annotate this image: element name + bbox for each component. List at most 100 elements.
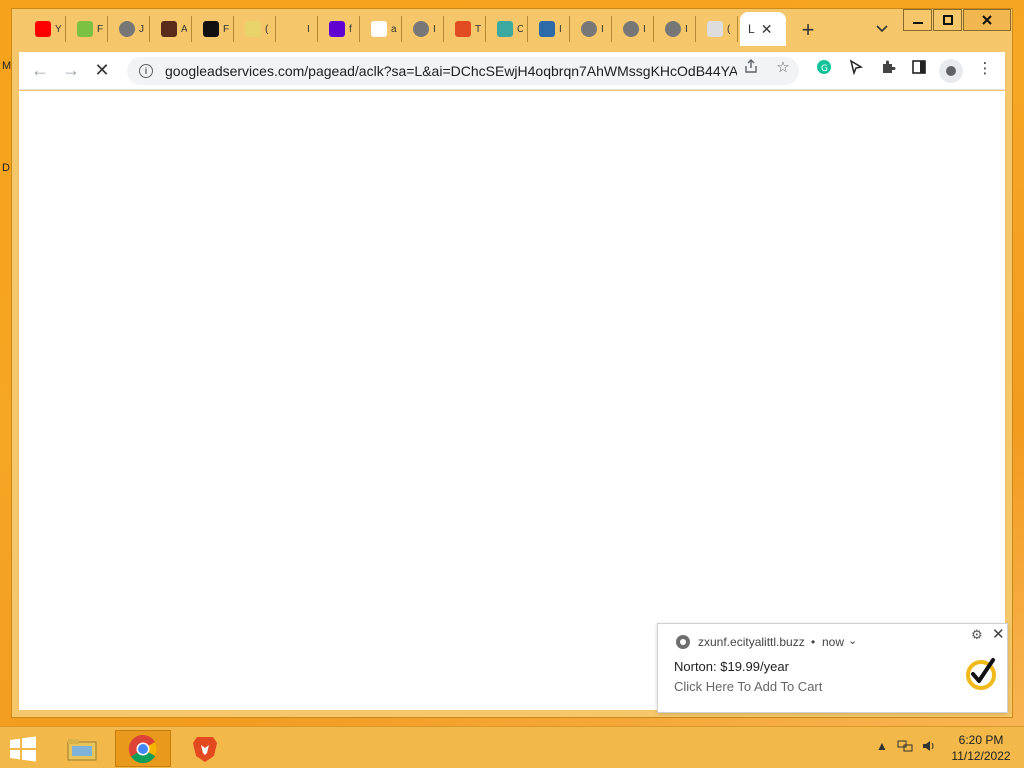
tab-item[interactable]: ( xyxy=(236,16,276,42)
extension-cursor-button[interactable] xyxy=(845,59,867,79)
tab-title: ( xyxy=(265,23,269,35)
notification-time: now xyxy=(822,635,845,649)
close-icon xyxy=(982,15,992,25)
tab-strip: L ✕ + Y F J A F (If a I T C I I I I ( xyxy=(12,12,912,46)
globe-icon xyxy=(119,21,135,37)
tab-title: I xyxy=(307,23,310,35)
clock-time: 6:20 PM xyxy=(958,733,1004,747)
green-circle-icon xyxy=(77,21,93,37)
black-star-icon xyxy=(203,21,219,37)
back-button[interactable]: ← xyxy=(30,60,50,81)
menu-button[interactable]: ⋮ xyxy=(974,59,996,77)
tab-title: J xyxy=(139,23,144,35)
desktop-glyph: M xyxy=(2,60,12,72)
m-icon xyxy=(245,21,261,37)
tab-item[interactable]: Y xyxy=(26,16,66,42)
person-icon xyxy=(946,66,956,76)
chrome-icon xyxy=(128,734,157,763)
notification-close-button[interactable]: ✕ xyxy=(992,625,1005,643)
maximize-icon xyxy=(942,15,953,25)
side-panel-button[interactable] xyxy=(908,59,930,79)
tab-item[interactable]: I xyxy=(278,16,318,42)
tab-title: I xyxy=(433,23,436,35)
notification-body[interactable]: Click Here To Add To Cart xyxy=(674,679,822,694)
tab-title: Y xyxy=(55,23,61,35)
tab-item[interactable]: J xyxy=(110,16,150,42)
taskbar-file-explorer[interactable] xyxy=(54,730,110,767)
address-url[interactable]: googleadservices.com/pagead/aclk?sa=L&ai… xyxy=(165,63,737,79)
taskbar-brave[interactable] xyxy=(177,730,233,767)
tab-title: L xyxy=(748,22,755,36)
tab-title: I xyxy=(643,23,646,35)
forward-button[interactable]: → xyxy=(61,60,81,81)
chevron-down-icon[interactable]: ⌄ xyxy=(848,634,857,647)
clock-date: 11/12/2022 xyxy=(951,749,1011,763)
tab-item[interactable]: ( xyxy=(698,16,738,42)
windows-logo-icon xyxy=(10,736,36,762)
tab-item[interactable]: C xyxy=(488,16,528,42)
separator-dot: • xyxy=(811,635,816,649)
profile-avatar[interactable] xyxy=(939,59,963,83)
new-tab-button[interactable]: + xyxy=(796,17,820,43)
tab-item[interactable]: I xyxy=(656,16,696,42)
window-controls xyxy=(902,9,1011,33)
tab-title: I xyxy=(601,23,604,35)
network-icon[interactable] xyxy=(897,739,913,756)
taskbar-chrome[interactable] xyxy=(115,730,171,767)
chevron-down-icon xyxy=(876,25,888,33)
start-button[interactable] xyxy=(8,736,38,762)
taskbar-clock[interactable]: 6:20 PM 11/12/2022 xyxy=(946,732,1016,764)
site-info-icon[interactable]: i xyxy=(139,64,153,78)
tab-item[interactable]: I xyxy=(404,16,444,42)
tab-search-button[interactable] xyxy=(876,22,888,36)
tab-item[interactable]: A xyxy=(152,16,192,42)
share-button[interactable] xyxy=(741,58,761,78)
extension-grammarly-button[interactable]: G xyxy=(813,59,835,79)
chrome-icon xyxy=(676,635,690,649)
tab-title: I xyxy=(685,23,688,35)
puzzle-icon xyxy=(883,60,896,73)
tab-item[interactable]: I xyxy=(572,16,612,42)
stop-loading-button[interactable]: ✕ xyxy=(92,60,112,81)
google-icon xyxy=(371,21,387,37)
fnaf-icon xyxy=(161,21,177,37)
show-hidden-icons-button[interactable]: ▲ xyxy=(876,739,888,753)
globe-icon xyxy=(581,21,597,37)
browser-toolbar: ← → ✕ i googleadservices.com/pagead/aclk… xyxy=(19,52,1005,90)
taskbar: ▲ 6:20 PM 11/12/2022 xyxy=(0,726,1024,768)
loading-icon xyxy=(707,21,723,37)
tab-title: f xyxy=(349,23,352,35)
tab-title: A xyxy=(181,23,187,35)
tab-item[interactable]: F xyxy=(68,16,108,42)
globe-icon xyxy=(665,21,681,37)
maximize-button[interactable] xyxy=(933,9,962,31)
tab-title: T xyxy=(475,23,481,35)
tab-item[interactable]: f xyxy=(320,16,360,42)
folder-icon xyxy=(67,738,97,760)
page-content xyxy=(19,91,1005,710)
tab-title: F xyxy=(223,23,229,35)
tab-item[interactable]: a xyxy=(362,16,402,42)
volume-icon[interactable] xyxy=(921,739,937,756)
norton-check-icon xyxy=(966,658,996,690)
notification-title: Norton: $19.99/year xyxy=(674,659,789,674)
tab-title: F xyxy=(97,23,103,35)
close-window-button[interactable] xyxy=(963,9,1011,31)
gear-icon[interactable]: ⚙ xyxy=(971,627,983,643)
globe-icon xyxy=(623,21,639,37)
tab-item[interactable]: I xyxy=(614,16,654,42)
grammarly-icon: G xyxy=(817,60,831,74)
youtube-icon xyxy=(35,21,51,37)
tab-item[interactable]: T xyxy=(446,16,486,42)
extensions-button[interactable] xyxy=(877,59,899,79)
desktop-glyph: D xyxy=(2,162,10,174)
minimize-icon xyxy=(912,22,923,24)
tab-active[interactable]: L ✕ xyxy=(740,12,786,46)
address-bar[interactable]: i googleadservices.com/pagead/aclk?sa=L&… xyxy=(127,57,799,85)
tab-item[interactable]: I xyxy=(530,16,570,42)
bookmark-button[interactable]: ☆ xyxy=(773,58,793,76)
tab-item[interactable]: F xyxy=(194,16,234,42)
speaker-icon xyxy=(923,741,934,751)
tab-close-icon[interactable]: ✕ xyxy=(761,21,773,38)
push-notification[interactable]: zxunf.ecityalittl.buzz • now ⌄ ⚙ ✕ Norto… xyxy=(657,623,1008,713)
